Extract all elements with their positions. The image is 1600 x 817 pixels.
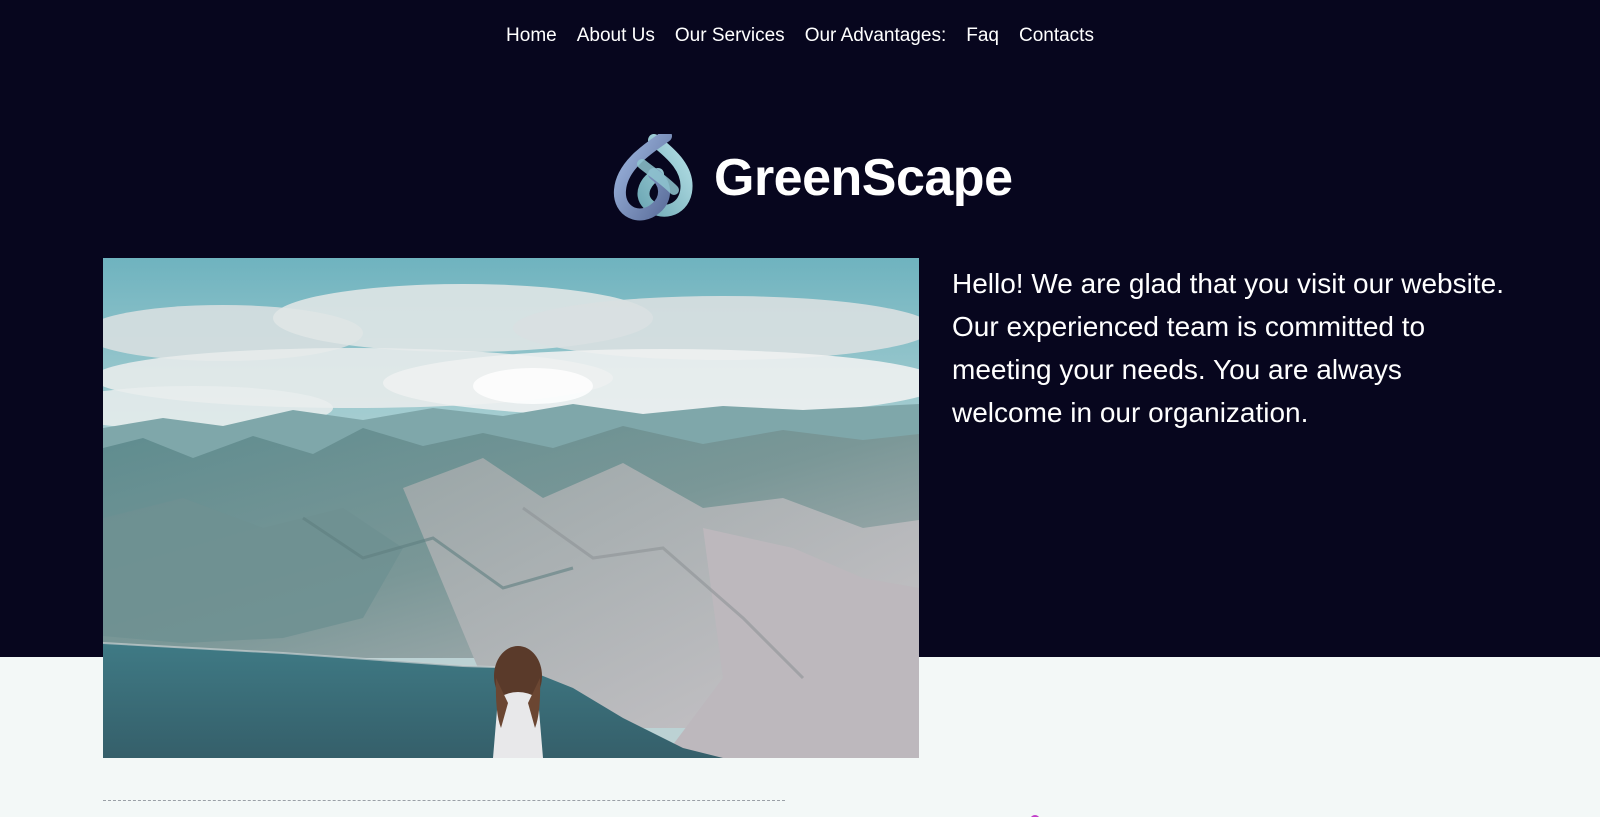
section-divider xyxy=(103,800,785,801)
decorative-dots xyxy=(1030,812,1250,817)
nav-item-faq[interactable]: Faq xyxy=(966,22,999,50)
nav-item-contacts[interactable]: Contacts xyxy=(1019,22,1094,50)
brand-logo[interactable]: GreenScape xyxy=(608,134,1013,222)
knot-logo-icon xyxy=(613,134,693,221)
nav-item-our-advantages[interactable]: Our Advantages: xyxy=(805,22,947,50)
nav-item-home[interactable]: Home xyxy=(506,22,557,50)
hero-image xyxy=(103,258,919,758)
intro-text: Hello! We are glad that you visit our we… xyxy=(952,268,1504,428)
brand-name: GreenScape xyxy=(714,149,1013,207)
nav-item-our-services[interactable]: Our Services xyxy=(675,22,785,50)
nav-item-about-us[interactable]: About Us xyxy=(577,22,655,50)
main-nav: Home About Us Our Services Our Advantage… xyxy=(0,22,1600,50)
mountain-lake-photo xyxy=(103,258,919,758)
